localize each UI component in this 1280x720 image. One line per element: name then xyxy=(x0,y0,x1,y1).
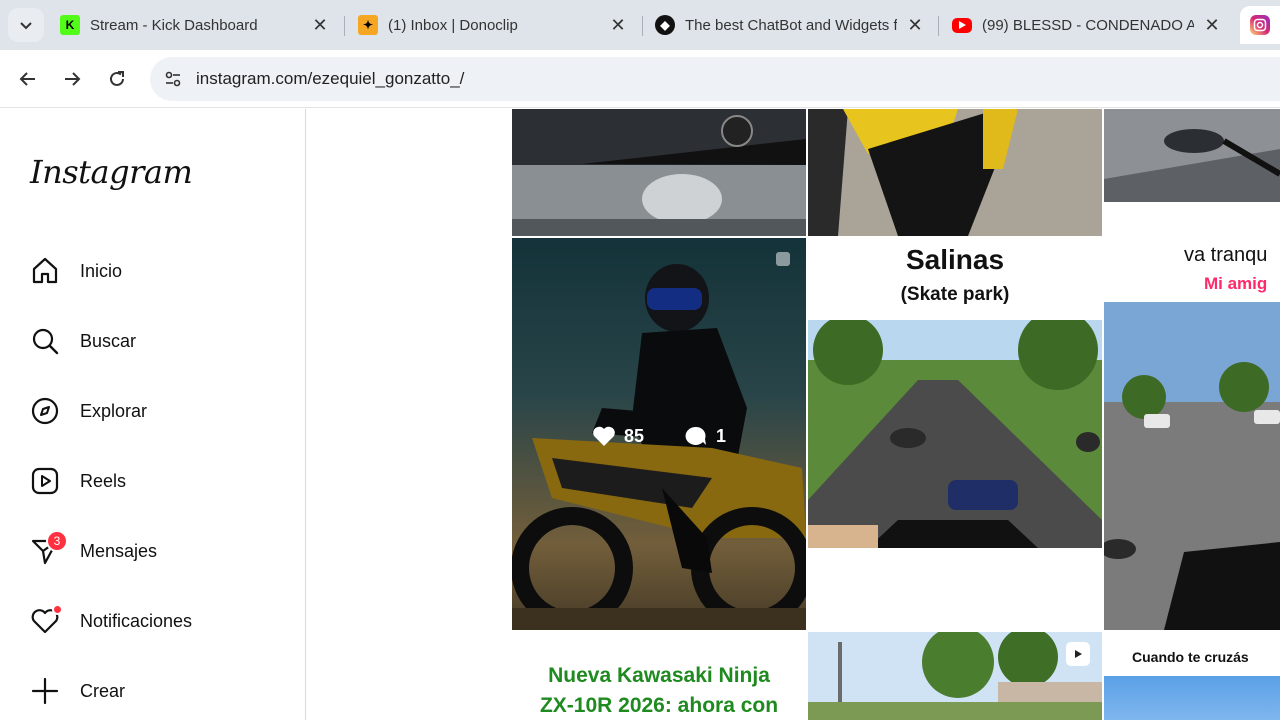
yellow-motorcycle-image xyxy=(808,109,1102,236)
close-icon[interactable]: ✕ xyxy=(905,15,925,36)
kick-icon: K xyxy=(60,15,80,35)
sky-image xyxy=(1104,676,1280,720)
post-thumbnail[interactable]: Nueva Kawasaki Ninja ZX-10R 2026: ahora … xyxy=(512,632,806,720)
profile-posts-grid: 85 1 Salinas (Skate park) va tranqu Mi a… xyxy=(307,109,1280,720)
compass-icon xyxy=(28,394,62,428)
messenger-icon: 3 xyxy=(28,530,68,568)
instagram-icon xyxy=(1250,15,1270,35)
post-thumbnail[interactable]: va tranqu Mi amig xyxy=(1104,238,1280,630)
address-bar[interactable]: instagram.com/ezequiel_gonzatto_/ xyxy=(150,57,1280,101)
chevron-down-icon xyxy=(20,22,32,30)
messages-badge: 3 xyxy=(46,530,68,552)
forward-button[interactable] xyxy=(55,62,89,96)
back-button[interactable] xyxy=(11,62,45,96)
post-hover-overlay xyxy=(512,238,806,630)
comment-filled-icon xyxy=(685,426,706,445)
plus-icon xyxy=(28,674,62,708)
park-road-image xyxy=(808,320,1102,548)
reel-play-icon xyxy=(1066,642,1090,666)
trees-image xyxy=(808,632,1102,720)
mirror-road-image xyxy=(1104,109,1280,202)
motorcycle-handlebar-image xyxy=(512,109,806,236)
post-caption-text: Cuando te cruzás xyxy=(1132,649,1249,665)
tab-kick[interactable]: K Stream - Kick Dashboard ✕ xyxy=(50,6,340,44)
reel-thumbnail[interactable] xyxy=(808,632,1102,720)
sidebar-item-buscar[interactable]: Buscar xyxy=(28,321,136,361)
street-image xyxy=(1104,302,1280,630)
arrow-right-icon xyxy=(65,72,81,86)
comments-stat: 1 xyxy=(684,425,726,447)
reels-icon xyxy=(28,464,62,498)
likes-count: 85 xyxy=(624,425,645,446)
post-caption-text: va tranqu xyxy=(1184,244,1268,266)
post-kawasaki-line2: ZX-10R 2026: ahora con xyxy=(539,694,779,717)
close-icon[interactable]: ✕ xyxy=(608,15,628,36)
likes-stat: 85 xyxy=(592,425,644,447)
post-title-text: Salinas xyxy=(905,244,1005,275)
tab-instagram-active[interactable] xyxy=(1240,6,1280,44)
reload-button[interactable] xyxy=(100,62,134,96)
notification-dot xyxy=(52,604,63,615)
home-icon xyxy=(28,254,62,288)
close-icon[interactable]: ✕ xyxy=(1202,15,1222,36)
arrow-left-icon xyxy=(19,72,35,86)
post-caption-pink-text: Mi amig xyxy=(1204,274,1268,293)
url-text[interactable]: instagram.com/ezequiel_gonzatto_/ xyxy=(196,69,464,89)
post-thumbnail[interactable] xyxy=(1104,109,1280,202)
post-thumbnail[interactable] xyxy=(808,109,1102,236)
comments-count: 1 xyxy=(716,425,727,446)
sidebar-item-reels[interactable]: Reels xyxy=(28,461,126,501)
post-subtitle-text: (Skate park) xyxy=(900,284,1010,305)
reload-icon xyxy=(110,71,124,86)
tab-donoclip[interactable]: ✦ (1) Inbox | Donoclip ✕ xyxy=(348,6,638,44)
sidebar-item-notificaciones[interactable]: Notificaciones xyxy=(28,601,192,641)
post-thumbnail[interactable]: Salinas (Skate park) xyxy=(808,238,1102,630)
sidebar-item-mensajes[interactable]: 3 Mensajes xyxy=(28,530,157,571)
botrix-icon: ◆ xyxy=(655,15,675,35)
heart-icon xyxy=(28,604,63,638)
sidebar-item-inicio[interactable]: Inicio xyxy=(28,251,122,291)
browser-toolbar: instagram.com/ezequiel_gonzatto_/ xyxy=(0,50,1280,108)
multi-photo-icon xyxy=(776,252,790,266)
youtube-icon xyxy=(952,17,972,33)
donoclip-icon: ✦ xyxy=(358,15,378,35)
tab-search-button[interactable] xyxy=(8,8,44,42)
post-kawasaki-line1: Nueva Kawasaki Ninja xyxy=(548,664,770,687)
post-thumbnail-hover[interactable]: 85 1 xyxy=(512,238,806,630)
post-thumbnail[interactable] xyxy=(512,109,806,236)
tune-icon xyxy=(165,71,181,87)
site-info-button[interactable] xyxy=(160,66,186,92)
tab-youtube[interactable]: (99) BLESSD - CONDENADO AL ✕ xyxy=(942,6,1232,44)
post-thumbnail[interactable]: Cuando te cruzás xyxy=(1104,632,1280,720)
instagram-logo[interactable]: Instagram xyxy=(30,153,193,191)
heart-filled-icon xyxy=(593,426,615,446)
tab-botrix[interactable]: ◆ The best ChatBot and Widgets f ✕ xyxy=(645,6,935,44)
sidebar-item-explorar[interactable]: Explorar xyxy=(28,391,147,431)
sidebar-item-crear[interactable]: Crear xyxy=(28,671,125,711)
tab-strip: K Stream - Kick Dashboard ✕ ✦ (1) Inbox … xyxy=(0,0,1280,50)
search-icon xyxy=(28,324,62,358)
instagram-sidebar: Instagram Inicio Buscar Explorar Reels 3… xyxy=(0,109,306,720)
close-icon[interactable]: ✕ xyxy=(310,15,330,36)
